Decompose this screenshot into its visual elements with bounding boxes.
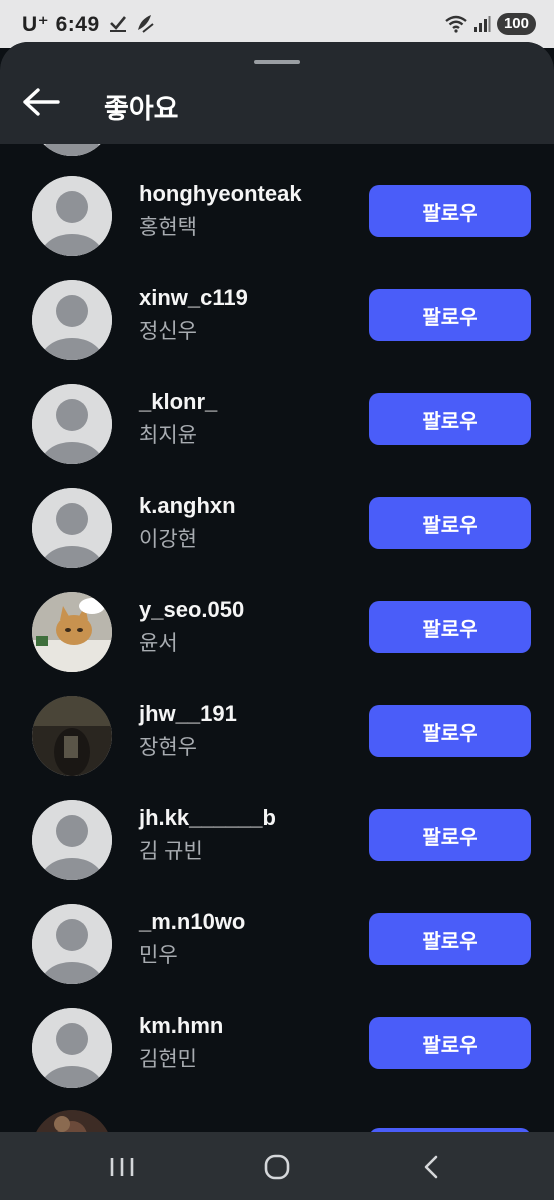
page-title: 좋아요 (104, 94, 179, 124)
follow-button[interactable]: 팔로우 (369, 497, 531, 549)
list-item[interactable]: jh.kk______b 김 규빈 팔로우 (0, 800, 554, 904)
follow-button[interactable]: 팔로우 (369, 809, 531, 861)
avatar[interactable] (32, 280, 112, 360)
full-name: 김현민 (139, 1048, 197, 1071)
full-name: 최지윤 (139, 424, 197, 447)
username[interactable]: _klonr_ (139, 389, 217, 415)
wifi-icon (445, 15, 467, 33)
avatar[interactable] (32, 488, 112, 568)
default-avatar-icon (32, 488, 112, 568)
home-icon[interactable] (257, 1152, 297, 1182)
default-avatar-icon (32, 280, 112, 360)
username[interactable]: honghyeonteak (139, 181, 302, 207)
username[interactable]: jh.kk______b (139, 805, 276, 831)
full-name: 홍현택 (139, 216, 197, 239)
list-item[interactable]: _klonr_ 최지윤 팔로우 (0, 384, 554, 488)
default-avatar-icon (32, 176, 112, 256)
likes-sheet: honghyeonteak 홍현택 팔로우 xinw_c119 정신우 팔로우 _klonr… (0, 42, 554, 1132)
recent-apps-icon[interactable] (102, 1152, 142, 1182)
sheet-header: 좋아요 (0, 42, 554, 144)
avatar[interactable] (32, 384, 112, 464)
clock: 6:49 (55, 13, 100, 36)
avatar[interactable] (32, 904, 112, 984)
list-item[interactable]: k.anghxn 이강현 팔로우 (0, 488, 554, 592)
username[interactable]: _m.n10wo (139, 909, 245, 935)
carrier-label: U⁺ (22, 13, 50, 36)
status-bar: U⁺ 6:49 100 (0, 0, 554, 48)
default-avatar-icon (32, 1008, 112, 1088)
username[interactable]: km.hmn (139, 1013, 223, 1039)
full-name: 김 규빈 (139, 840, 203, 863)
full-name: 정신우 (139, 320, 197, 343)
full-name: 이강현 (139, 528, 197, 551)
status-right: 100 (445, 12, 536, 36)
username[interactable]: y_seo.050 (139, 597, 244, 623)
dark-photo-avatar-icon (32, 696, 112, 776)
follow-button[interactable]: 팔로우 (369, 393, 531, 445)
avatar[interactable] (32, 592, 112, 672)
list-item[interactable]: honghyeonteak 홍현택 팔로우 (0, 176, 554, 280)
follow-button[interactable]: 팔로우 (369, 289, 531, 341)
follow-button[interactable]: 팔로우 (369, 705, 531, 757)
battery-indicator: 100 (496, 13, 536, 35)
avatar[interactable] (32, 1110, 112, 1132)
full-name: 민우 (139, 944, 178, 967)
follow-button[interactable]: 팔로우 (369, 1017, 531, 1069)
list-item-partial[interactable] (0, 1110, 554, 1132)
app-notification-icon (138, 15, 154, 33)
full-name: 장현우 (139, 736, 197, 759)
list-item[interactable]: xinw_c119 정신우 팔로우 (0, 280, 554, 384)
default-avatar-icon (32, 904, 112, 984)
username[interactable]: xinw_c119 (139, 285, 248, 311)
full-name: 윤서 (139, 632, 178, 655)
avatar[interactable] (32, 1008, 112, 1088)
avatar[interactable] (32, 176, 112, 256)
system-nav-bar (0, 1132, 554, 1200)
back-arrow-icon[interactable] (20, 86, 62, 118)
status-left: U⁺ 6:49 (22, 12, 156, 37)
default-avatar-icon (32, 384, 112, 464)
back-nav-icon[interactable] (412, 1152, 452, 1182)
follow-button[interactable]: 팔로우 (369, 185, 531, 237)
list-item[interactable]: jhw__191 장현우 팔로우 (0, 696, 554, 800)
avatar[interactable] (32, 696, 112, 776)
username[interactable]: jhw__191 (139, 701, 237, 727)
drag-handle[interactable] (254, 60, 300, 64)
follow-button[interactable]: 팔로우 (369, 913, 531, 965)
list-item[interactable]: y_seo.050 윤서 팔로우 (0, 592, 554, 696)
download-check-icon (109, 16, 126, 32)
username[interactable]: k.anghxn (139, 493, 236, 519)
cat-photo-avatar-icon (32, 592, 112, 672)
signal-icon (473, 16, 491, 32)
photo-avatar-icon (32, 1110, 112, 1132)
avatar[interactable] (32, 800, 112, 880)
default-avatar-icon (32, 800, 112, 880)
list-item[interactable]: km.hmn 김현민 팔로우 (0, 1008, 554, 1112)
list-item[interactable]: _m.n10wo 민우 팔로우 (0, 904, 554, 1008)
follow-button[interactable]: 팔로우 (369, 601, 531, 653)
likes-list[interactable]: honghyeonteak 홍현택 팔로우 xinw_c119 정신우 팔로우 _klonr… (0, 42, 554, 1132)
